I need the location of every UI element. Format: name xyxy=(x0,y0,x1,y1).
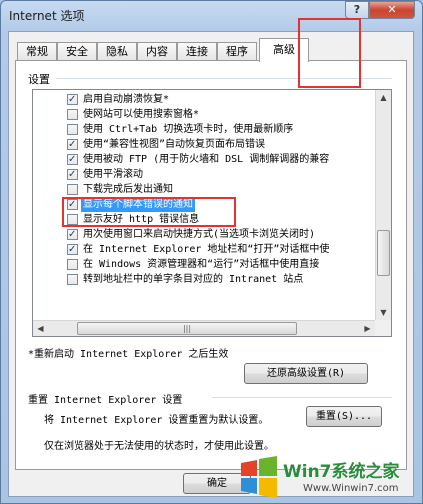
checkbox[interactable] xyxy=(67,197,78,212)
reset-divider xyxy=(212,397,392,398)
tab-security[interactable]: 安全 xyxy=(57,42,97,60)
reset-section-title: 重置 Internet Explorer 设置 xyxy=(28,395,183,406)
settings-list[interactable]: 启用自动崩溃恢复* 使网站可以使用搜索窗格* 使用 Ctrl+Tab 切换选项卡… xyxy=(32,89,392,337)
scroll-up-icon[interactable]: ▲ xyxy=(376,90,391,105)
site-watermark: Win7系统之家 Www.Winwin7.com xyxy=(237,453,421,503)
tab-privacy[interactable]: 隐私 xyxy=(97,42,137,60)
checkbox[interactable] xyxy=(67,274,78,285)
windows-logo-icon xyxy=(241,456,277,498)
vertical-scrollbar[interactable]: ▲ ▼ xyxy=(375,90,391,320)
tab-connections[interactable]: 连接 xyxy=(177,42,217,60)
checkbox[interactable] xyxy=(67,242,78,257)
watermark-text: Win7系统之家 xyxy=(283,462,400,482)
restore-advanced-settings-button[interactable]: 还原高级设置(R) xyxy=(244,363,368,384)
scroll-left-icon[interactable]: ◀ xyxy=(33,321,48,336)
tab-advanced[interactable]: 高级 xyxy=(259,38,309,62)
checkbox[interactable] xyxy=(67,184,78,195)
checkbox[interactable] xyxy=(67,109,78,120)
close-button[interactable]: ✕ xyxy=(369,1,415,19)
scroll-down-icon[interactable]: ▼ xyxy=(376,305,391,320)
scroll-right-icon[interactable]: ▶ xyxy=(360,321,375,336)
reset-description: 将 Internet Explorer 设置重置为默认设置。 xyxy=(44,415,269,426)
window-title: Internet 选项 xyxy=(9,9,85,23)
checkbox[interactable] xyxy=(67,259,78,270)
internet-options-window: Internet 选项 ? ✕ 常规 安全 隐私 内容 连接 程序 高级 设置 … xyxy=(0,0,423,504)
restart-note: *重新启动 Internet Explorer 之后生效 xyxy=(28,349,229,360)
tab-general[interactable]: 常规 xyxy=(17,42,57,60)
advanced-tab-page: 设置 启用自动崩溃恢复* 使网站可以使用搜索窗格* 使用 Ctrl+Tab 切换… xyxy=(15,60,407,470)
checkbox[interactable] xyxy=(67,92,78,107)
tab-programs[interactable]: 程序 xyxy=(217,42,257,60)
checkbox[interactable] xyxy=(67,167,78,182)
settings-label: 设置 xyxy=(28,73,50,86)
vertical-scroll-thumb[interactable] xyxy=(377,230,390,276)
watermark-url: Www.Winwin7.com xyxy=(303,483,399,494)
settings-divider xyxy=(56,78,392,79)
help-button[interactable]: ? xyxy=(345,1,369,19)
checkbox[interactable] xyxy=(67,214,78,225)
title-bar[interactable]: Internet 选项 ? ✕ xyxy=(1,1,422,27)
reset-button[interactable]: 重置(S)... xyxy=(306,406,382,427)
dialog-client: 常规 安全 隐私 内容 连接 程序 高级 设置 启用自动崩溃恢复* 使网站可以使… xyxy=(8,31,414,497)
checkbox[interactable] xyxy=(67,137,78,152)
checkbox[interactable] xyxy=(67,152,78,167)
horizontal-scroll-thumb[interactable]: ||| xyxy=(77,322,297,335)
checkbox[interactable] xyxy=(67,227,78,242)
scrollbar-corner xyxy=(375,320,391,336)
checkbox[interactable] xyxy=(67,124,78,135)
reset-warning: 仅在浏览器处于无法使用的状态时，才使用此设置。 xyxy=(44,441,274,452)
horizontal-scrollbar[interactable]: ◀ ||| ▶ xyxy=(33,320,375,336)
tab-content[interactable]: 内容 xyxy=(137,42,177,60)
